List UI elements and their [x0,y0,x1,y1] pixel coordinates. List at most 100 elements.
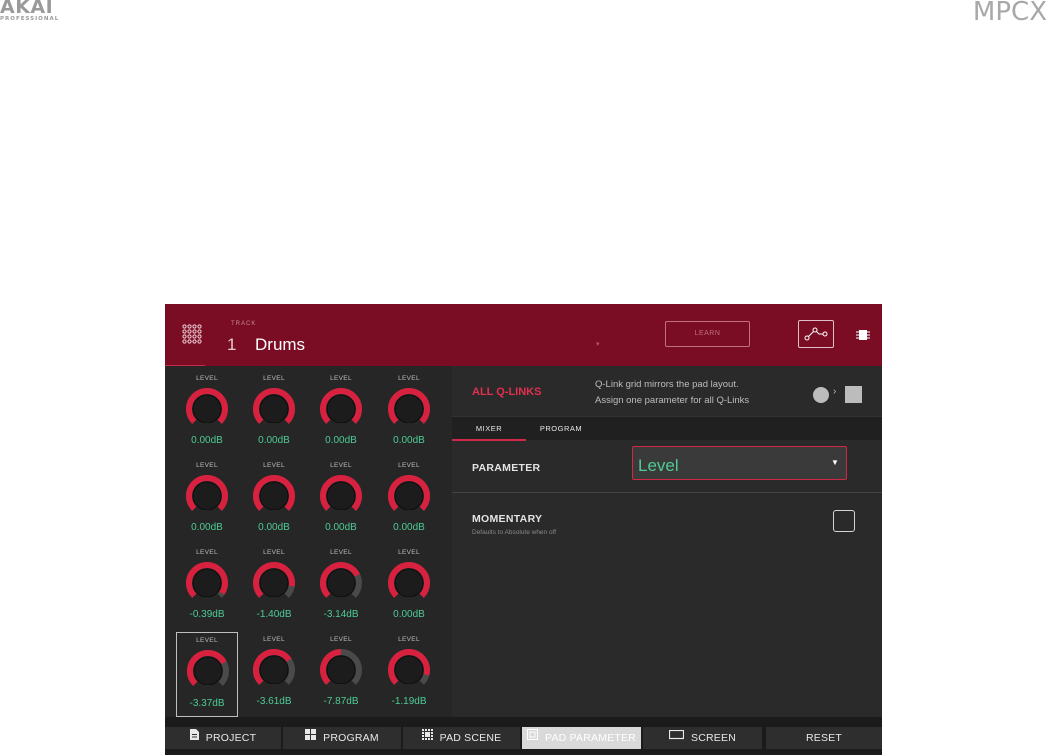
knob-dial[interactable] [317,472,365,520]
knob-dial[interactable] [183,385,231,433]
track-label: TRACK [231,321,257,327]
momentary-checkbox[interactable] [833,510,855,532]
qlink-knob-14[interactable]: LEVEL -3.61dB [243,627,305,712]
knob-value: -0.39dB [189,609,225,620]
knob-gap [336,423,346,429]
knob-dial[interactable] [184,647,232,695]
knob-label: LEVEL [330,375,352,382]
curve-button[interactable] [798,320,834,348]
knob-value: -1.40dB [256,609,292,620]
tab-program[interactable]: PROGRAM [526,417,596,441]
device-screen: TRACK 1 Drums ▾ LEARN LEVEL 0.00dB LEVEL… [165,304,882,755]
parameter-select[interactable]: Level ▼ [632,446,847,480]
qlink-knob-10[interactable]: LEVEL -1.40dB [243,540,305,625]
knob-dial[interactable] [183,472,231,520]
knob-dial[interactable] [385,385,433,433]
qlink-mode-circle-icon[interactable] [813,387,829,403]
qlink-knob-16[interactable]: LEVEL -1.19dB [378,627,440,712]
curve-icon [804,327,828,341]
knob-dial[interactable] [385,559,433,607]
track-dropdown-icon[interactable]: ▾ [596,340,600,348]
knob-dial[interactable] [250,559,298,607]
knob-cap [326,568,356,598]
knob-value: 0.00dB [325,435,357,446]
footer-button-pad-parameter[interactable]: PAD PARAMETER [522,727,641,749]
knob-value: -7.87dB [323,696,359,707]
footer-button-reset[interactable]: RESET [766,727,882,749]
footer-button-label: PAD SCENE [439,732,502,744]
knob-label: LEVEL [196,375,218,382]
akai-logo-subtext: PROFESSIONAL [0,16,60,22]
footer-button-pad-scene[interactable]: PAD SCENE [403,727,520,749]
qlink-knob-5[interactable]: LEVEL 0.00dB [176,453,238,538]
footer-button-label: SCREEN [691,732,736,744]
knob-gap [202,423,212,429]
footer-button-project[interactable]: PROJECT [165,727,281,749]
pad-grid-icon[interactable] [182,324,202,344]
qlink-mode-square-icon[interactable] [845,386,862,403]
knob-label: LEVEL [196,549,218,556]
knob-value: 0.00dB [191,435,223,446]
knob-gap [404,597,414,603]
qlink-knob-15[interactable]: LEVEL -7.87dB [310,627,372,712]
knob-gap [336,510,346,516]
pad-scene-icon [421,726,433,748]
knob-dial[interactable] [250,472,298,520]
knob-dial[interactable] [385,646,433,694]
qlink-knob-11[interactable]: LEVEL -3.14dB [310,540,372,625]
qlink-knob-2[interactable]: LEVEL 0.00dB [243,366,305,451]
knob-label: LEVEL [398,462,420,469]
knob-gap [269,510,279,516]
footer-button-program[interactable]: PROGRAM [283,727,401,749]
qlink-knob-9[interactable]: LEVEL -0.39dB [176,540,238,625]
qlink-knob-8[interactable]: LEVEL 0.00dB [378,453,440,538]
qlink-settings-panel: ALL Q-LINKS Q-Link grid mirrors the pad … [452,366,882,717]
qlink-knob-4[interactable]: LEVEL 0.00dB [378,366,440,451]
knob-dial[interactable] [385,472,433,520]
knob-dial[interactable] [317,559,365,607]
qlink-knob-7[interactable]: LEVEL 0.00dB [310,453,372,538]
knob-gap [336,684,346,690]
knob-gap [404,684,414,690]
footer-button-label: RESET [805,732,842,744]
knob-value: -3.14dB [323,609,359,620]
qlink-knob-12[interactable]: LEVEL 0.00dB [378,540,440,625]
grid4-icon [305,726,317,748]
knob-label: LEVEL [196,637,218,644]
knob-cap [394,655,424,685]
footer-button-screen[interactable]: SCREEN [643,727,762,749]
qlinks-title: ALL Q-LINKS [472,386,542,398]
knob-gap [404,510,414,516]
knob-cap [192,568,222,598]
pad-param-icon [527,726,539,748]
learn-button[interactable]: LEARN [665,321,750,347]
knob-cap [259,481,289,511]
tab-mixer[interactable]: MIXER [452,417,526,441]
track-name[interactable]: Drums [255,335,305,355]
knob-gap [269,597,279,603]
qlink-knob-6[interactable]: LEVEL 0.00dB [243,453,305,538]
knob-value: 0.00dB [258,435,290,446]
parameter-label: PARAMETER [472,462,541,474]
knob-value: 0.00dB [325,522,357,533]
knob-dial[interactable] [250,385,298,433]
track-header: TRACK 1 Drums ▾ LEARN [165,304,882,367]
qlink-knob-3[interactable]: LEVEL 0.00dB [310,366,372,451]
qlink-knob-13[interactable]: LEVEL -3.37dB [176,632,238,717]
knob-dial[interactable] [317,646,365,694]
footer-button-label: PROJECT [205,732,257,744]
qlink-knob-1[interactable]: LEVEL 0.00dB [176,366,238,451]
momentary-label: MOMENTARY [472,513,543,525]
knob-gap [336,597,346,603]
footer-toolbar: PROJECT PROGRAM PAD SCENE PAD PARAMETER SCRE… [165,717,882,755]
track-number: 1 [227,335,237,354]
knob-value: 0.00dB [393,522,425,533]
chip-icon[interactable] [856,328,870,342]
knob-dial[interactable] [250,646,298,694]
knob-value: -1.19dB [391,696,427,707]
knob-label: LEVEL [263,462,285,469]
qlinks-tabs: MIXER PROGRAM [452,416,882,441]
qlinks-description-line2: Assign one parameter for all Q-Links [595,395,750,406]
knob-dial[interactable] [183,559,231,607]
knob-dial[interactable] [317,385,365,433]
